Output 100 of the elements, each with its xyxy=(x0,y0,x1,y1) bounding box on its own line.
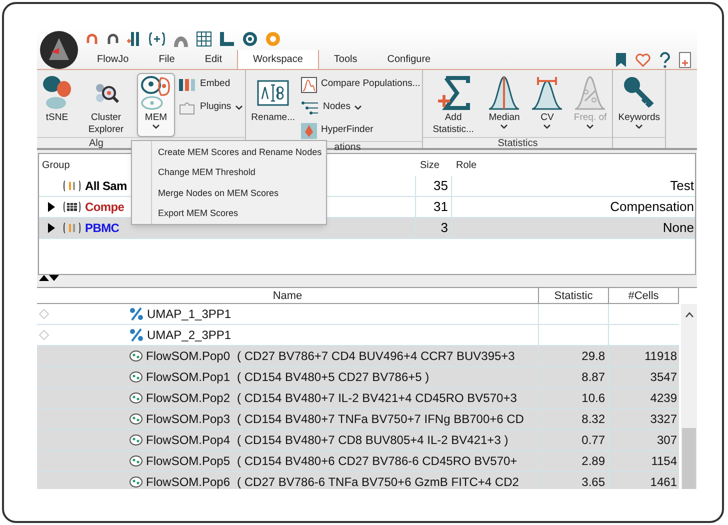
ribbon-group-label: Alg xyxy=(89,137,104,151)
node-name: FlowSOM.Pop4 xyxy=(146,432,230,449)
node-row[interactable]: FlowSOM.Pop0 ( CD27 BV786+7 CD4 BUV496+4 CCR7 BUV395+3 29.8 11918 xyxy=(37,346,679,367)
table-cell-text: 3327 xyxy=(650,411,677,428)
table-cell-text: 3.65 xyxy=(582,474,605,489)
ribbon-group-label: Statistics xyxy=(498,137,538,151)
ribbon-button[interactable]: Rename... xyxy=(248,73,298,137)
scroll-up-icon[interactable] xyxy=(684,312,694,318)
node-name: UMAP_2_3PP1 xyxy=(147,327,232,344)
expand-triangle-icon[interactable] xyxy=(48,202,54,212)
embed-icon xyxy=(178,78,196,92)
group-name: PBMC xyxy=(85,220,120,237)
bell-curve-width-icon xyxy=(530,75,564,111)
table-cell-text: 2.89 xyxy=(582,453,605,470)
ribbon-small-button[interactable]: Plugins xyxy=(178,97,244,118)
group-name: Compe xyxy=(85,199,124,216)
node-name: UMAP_1_3PP1 xyxy=(147,306,232,323)
node-row[interactable]: FlowSOM.Pop1 ( CD154 BV480+5 CD27 BV786+5 ) 8.87 3547 xyxy=(37,367,679,388)
scrollbar-thumb[interactable] xyxy=(682,428,696,489)
nodes-icon xyxy=(301,100,319,114)
bookmark-icon[interactable] xyxy=(616,52,626,66)
expand-triangle-icon[interactable] xyxy=(48,223,54,233)
ruler-icon[interactable] xyxy=(219,31,235,47)
table-cell-text: None xyxy=(662,219,695,238)
ribbon-button[interactable]: tSNE xyxy=(39,73,75,137)
group-icon xyxy=(63,180,81,192)
group-name: All Sam xyxy=(85,178,127,195)
table-cell: 35 xyxy=(416,176,452,196)
column-header[interactable]: Role xyxy=(452,158,477,172)
population-icon xyxy=(129,413,143,425)
ribbon-button[interactable]: CV xyxy=(527,73,568,137)
table-cell-text: Test xyxy=(669,177,695,196)
ribbon-button[interactable]: MEM xyxy=(137,73,175,137)
node-description: ( CD27 BV786+7 CD4 BUV496+4 CCR7 BUV395+3 xyxy=(237,348,515,365)
node-description: ( CD154 BV480+7 IL-2 BV421+4 CD45RO BV570+3 xyxy=(237,390,517,407)
node-description: ( CD154 BV480+5 CD27 BV786+5 ) xyxy=(237,369,430,386)
table-cell-text: 4239 xyxy=(650,390,677,407)
chevron-down-icon xyxy=(354,105,362,110)
splitter-arrows-icon[interactable] xyxy=(39,275,59,281)
sigma-plus-icon xyxy=(436,75,470,111)
population-icon xyxy=(129,476,143,488)
menu-tab[interactable]: FlowJo xyxy=(82,50,144,69)
chevron-down-icon xyxy=(586,124,594,129)
column-header[interactable]: Size xyxy=(416,158,452,172)
node-row[interactable]: UMAP_2_3PP1 xyxy=(37,325,679,346)
node-row[interactable]: FlowSOM.Pop6 ( CD27 BV786-6 TNFa BV750+6 GzmB FITC+4 CD2 3.65 1461 xyxy=(37,472,679,489)
diamond-icon xyxy=(39,330,49,340)
table-cell-text: Compensation xyxy=(609,198,695,216)
bell-curve-icon xyxy=(487,75,522,111)
ribbon-button[interactable]: Add Statistic... xyxy=(425,73,482,137)
menu-tab[interactable]: Configure xyxy=(372,50,446,69)
menu-item[interactable]: Create MEM Scores and Rename Nodes xyxy=(152,142,326,162)
table-cell: 3 xyxy=(416,218,452,238)
ribbon-group-label: ations xyxy=(334,141,361,155)
menu-tab[interactable]: Workspace xyxy=(237,50,319,69)
ribbon-small-button[interactable]: Nodes xyxy=(301,97,420,118)
node-name: FlowSOM.Pop3 xyxy=(146,411,230,428)
grid-icon[interactable] xyxy=(196,31,212,47)
logo[interactable] xyxy=(39,30,79,70)
chevron-down-icon xyxy=(543,124,552,129)
table-cell-text: 8.32 xyxy=(582,411,605,428)
node-row[interactable]: FlowSOM.Pop4 ( CD154 BV480+7 CD8 BUV805+4 IL-2 BV421+3 ) 0.77 307 xyxy=(37,430,679,451)
chevron-down-icon xyxy=(635,124,644,129)
document-plus-icon[interactable] xyxy=(679,52,691,68)
node-description: ( CD27 BV786-6 TNFa BV750+6 GzmB FITC+4 CD2 xyxy=(237,474,519,489)
braces-plus-icon[interactable] xyxy=(148,32,166,46)
population-icon xyxy=(129,371,143,383)
node-row[interactable]: FlowSOM.Pop2 ( CD154 BV480+7 IL-2 BV421+4 CD45RO BV570+3 10.6 4239 xyxy=(37,388,679,409)
scrollbar[interactable] xyxy=(681,304,697,489)
node-description: ( CD154 BV480+7 CD8 BUV805+4 IL-2 BV421+3 ) xyxy=(237,432,508,449)
ribbon-button[interactable]: Cluster Explorer xyxy=(78,73,134,137)
menu-tab[interactable]: Edit xyxy=(190,50,238,69)
finder-icon xyxy=(301,122,317,138)
menu-tab[interactable]: File xyxy=(144,50,190,69)
menu-tab[interactable]: Tools xyxy=(318,50,372,69)
node-row[interactable]: FlowSOM.Pop3 ( CD154 BV480+7 TNFa BV750+7 IFNg BB700+6 CD 8.32 3327 xyxy=(37,409,679,430)
population-icon xyxy=(129,350,143,362)
diamond-icon xyxy=(39,309,49,319)
table-cell-text: 307 xyxy=(656,432,677,449)
ribbon-small-button[interactable]: Compare Populations... xyxy=(301,74,420,95)
ribbon-small-button[interactable]: Embed xyxy=(178,74,244,95)
tubes-icon[interactable] xyxy=(127,31,141,47)
node-name: FlowSOM.Pop2 xyxy=(146,390,230,407)
node-row[interactable]: UMAP_1_3PP1 xyxy=(37,304,679,325)
bell-curve-icon xyxy=(573,75,608,111)
help-icon[interactable] xyxy=(660,52,670,68)
ribbon-small-button[interactable]: HyperFinder xyxy=(301,120,420,141)
group-row[interactable]: PBMC 3 None xyxy=(39,218,695,239)
table-cell-text: 3547 xyxy=(650,369,677,386)
node-row[interactable]: FlowSOM.Pop5 ( CD154 BV480+6 CD27 BV786-6 CD45RO BV570+ 2.89 1154 xyxy=(37,451,679,472)
chevron-down-icon xyxy=(152,124,160,129)
frame-icon xyxy=(257,79,290,107)
ribbon-button[interactable]: Median xyxy=(484,73,524,137)
population-icon xyxy=(129,434,143,446)
table-cell-text: 1154 xyxy=(651,453,677,470)
ribbon-button[interactable]: Keywords xyxy=(615,73,663,137)
population-icon xyxy=(129,392,143,404)
heart-icon[interactable] xyxy=(635,52,651,66)
table-cell-text: 29.8 xyxy=(582,348,605,365)
node-name: FlowSOM.Pop6 xyxy=(146,474,230,489)
